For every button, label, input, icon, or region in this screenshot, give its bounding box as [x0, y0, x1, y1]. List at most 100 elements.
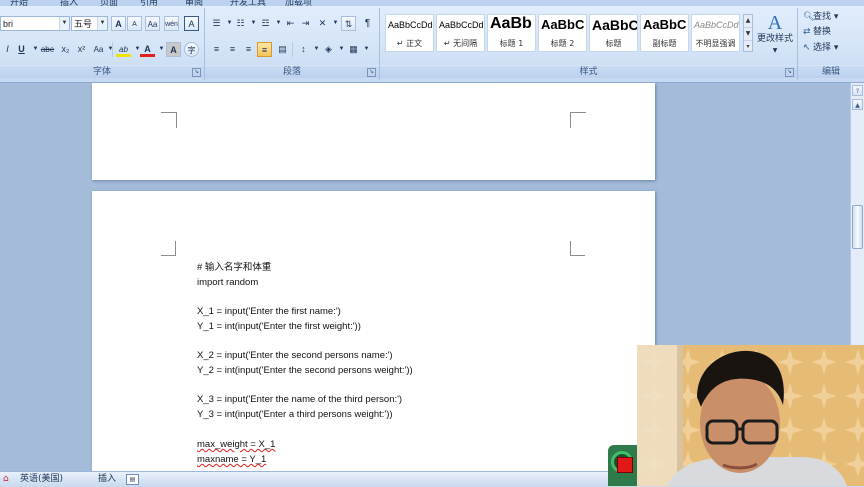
font-dialog-launcher-icon[interactable]: ↘	[192, 68, 201, 77]
show-marks-icon[interactable]: ¶	[360, 16, 375, 31]
tab-fragment[interactable]: 开始	[10, 0, 28, 6]
style-tile-normal[interactable]: AaBbCcDd ↵ 正文	[385, 14, 434, 52]
style-name: 副标题	[652, 39, 677, 48]
editing-group-label: 编辑	[798, 65, 864, 78]
phonetic-guide-button[interactable]: wén	[164, 16, 179, 31]
justify-icon[interactable]: ≡	[257, 42, 272, 57]
chevron-down-icon[interactable]: ▼	[97, 17, 107, 30]
style-tile-title[interactable]: AaBbC 标题	[589, 14, 638, 52]
highlight-button[interactable]: ab	[116, 42, 131, 57]
style-tile-heading-1[interactable]: AaBb 标题 1	[487, 14, 536, 52]
chevron-down-icon: ▼	[772, 47, 778, 54]
superscript-button[interactable]: x²	[74, 42, 89, 57]
character-border-button[interactable]: A	[184, 16, 199, 31]
margin-corner-mark	[161, 112, 177, 128]
tab-fragment[interactable]: 引用	[140, 0, 158, 6]
change-styles-label: 更改样式	[757, 34, 794, 44]
style-sample: AaBbC	[643, 17, 687, 32]
styles-group-label: 样式	[380, 65, 797, 78]
style-tile-subtle-emphasis[interactable]: AaBbCcDd 不明显强调	[691, 14, 740, 52]
margin-corner-mark	[570, 241, 585, 256]
chevron-down-icon[interactable]: ▼	[59, 17, 69, 30]
proofing-icon[interactable]: ⌂	[3, 472, 9, 487]
style-name: 标题	[605, 39, 622, 48]
chevron-down-icon[interactable]: ▼	[359, 42, 374, 57]
chevron-up-icon[interactable]: ▲	[852, 99, 863, 110]
language-indicator[interactable]: 英语(美国)	[20, 472, 63, 487]
distributed-icon[interactable]: ▤	[275, 42, 290, 57]
subscript-button[interactable]: x₂	[58, 42, 73, 57]
font-name-value: bri	[3, 19, 14, 29]
decrease-indent-icon[interactable]: ⇤	[283, 16, 298, 31]
code-line[interactable]: X_1 = input('Enter the first name:')	[197, 305, 341, 318]
macro-record-icon[interactable]: ▤	[126, 474, 139, 485]
tab-fragment[interactable]: 加载项	[285, 0, 312, 6]
code-line[interactable]: X_2 = input('Enter the second persons na…	[197, 349, 393, 362]
code-line-comment[interactable]: # 输入名字和体重	[197, 261, 271, 274]
style-name: 不明显强调	[695, 39, 736, 48]
change-styles-button[interactable]: A 更改样式 ▼	[757, 12, 793, 60]
clear-format-button[interactable]: Aa	[145, 16, 160, 31]
replace-button[interactable]: ⇄ 替换	[803, 25, 831, 39]
sort-icon[interactable]: ⇅	[341, 16, 356, 31]
grow-font-button[interactable]: A	[111, 16, 126, 31]
shrink-font-button[interactable]: A	[127, 16, 142, 31]
select-label: 选择 ▾	[813, 43, 839, 53]
paragraph-dialog-launcher-icon[interactable]: ↘	[367, 68, 376, 77]
character-shading-button[interactable]: A	[166, 42, 181, 57]
font-name-combo[interactable]: bri ▼	[0, 16, 70, 31]
webcam-door	[637, 345, 683, 486]
style-sample: AaBbCcDd	[388, 20, 433, 30]
select-button[interactable]: ↖ 选择 ▾	[803, 41, 838, 55]
style-name: ↵ 无间隔	[443, 39, 478, 48]
gallery-more-icon[interactable]: ▾	[744, 41, 752, 53]
style-tile-subtitle[interactable]: AaBbC 副标题	[640, 14, 689, 52]
code-line[interactable]: maxname = Y_1	[197, 453, 266, 466]
style-sample: AaBbCcDd	[439, 20, 484, 30]
chevron-up-icon[interactable]: ▲	[744, 15, 752, 28]
help-icon[interactable]: ?	[852, 85, 863, 96]
scrollbar-thumb[interactable]	[852, 205, 863, 249]
code-line[interactable]: X_3 = input('Enter the name of the third…	[197, 393, 402, 406]
document-page-previous[interactable]	[92, 83, 655, 180]
enclose-characters-button[interactable]: 字	[184, 42, 199, 57]
gallery-scroll[interactable]: ▲ ▼ ▾	[743, 14, 753, 52]
code-line[interactable]: import random	[197, 276, 258, 289]
align-right-icon[interactable]: ≡	[241, 42, 256, 57]
chevron-down-icon[interactable]: ▼	[744, 28, 752, 41]
style-tile-no-spacing[interactable]: AaBbCcDd ↵ 无间隔	[436, 14, 485, 52]
find-button[interactable]: 🔍︎查找 ▾	[803, 10, 838, 24]
underline-button[interactable]: U	[14, 42, 29, 57]
margin-corner-mark	[161, 241, 176, 256]
font-size-combo[interactable]: 五号 ▼	[71, 16, 108, 31]
styles-dialog-launcher-icon[interactable]: ↘	[785, 68, 794, 77]
align-center-icon[interactable]: ≡	[225, 42, 240, 57]
code-line[interactable]: Y_2 = int(input('Enter the second person…	[197, 364, 413, 377]
find-icon: 🔍︎	[803, 12, 815, 22]
tab-fragment[interactable]: 审阅	[185, 0, 203, 6]
document-page[interactable]: # 输入名字和体重 import random X_1 = input('Ent…	[92, 191, 655, 471]
tab-fragment[interactable]: 开发工具	[230, 0, 266, 6]
italic-button[interactable]: I	[0, 42, 15, 57]
font-color-button[interactable]: A	[140, 42, 155, 57]
style-sample: AaBbC	[592, 17, 638, 33]
align-left-icon[interactable]: ≡	[209, 42, 224, 57]
style-tile-heading-2[interactable]: AaBbC 标题 2	[538, 14, 587, 52]
style-sample: AaBb	[490, 15, 532, 32]
toolbar-separator	[292, 42, 293, 57]
strikethrough-button[interactable]: abe	[40, 42, 55, 57]
replace-label: 替换	[813, 27, 832, 37]
paragraph-group: ☰ ▼ ☷ ▼ ☲ ▼ ⇤ ⇥ ✕ ▼ ⇅ ¶ ≡ ≡ ≡ ≡ ▤ ↕ ▼ ◈ …	[205, 8, 380, 80]
tab-fragment[interactable]: 插入	[60, 0, 78, 6]
tab-fragment[interactable]: 页面	[100, 0, 118, 6]
find-label: 查找 ▾	[813, 12, 839, 22]
ribbon: 开始 插入 页面 引用 审阅 开发工具 加载项 bri ▼ 五号 ▼ A A A…	[0, 0, 864, 83]
code-line[interactable]: max_weight = X_1	[197, 438, 275, 451]
screen-recorder-widget[interactable]	[608, 445, 638, 486]
increase-indent-icon[interactable]: ⇥	[298, 16, 313, 31]
style-name: 标题 1	[499, 39, 524, 48]
code-line[interactable]: Y_1 = int(input('Enter the first weight:…	[197, 320, 361, 333]
stop-record-button[interactable]	[617, 457, 633, 473]
insert-mode-indicator[interactable]: 插入	[98, 472, 116, 487]
code-line[interactable]: Y_3 = int(input('Enter a third persons w…	[197, 408, 393, 421]
